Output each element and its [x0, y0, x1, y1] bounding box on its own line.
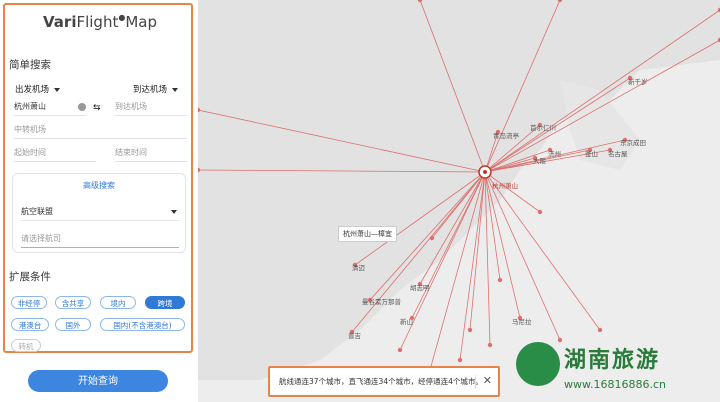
divider: [475, 375, 476, 389]
departure-input[interactable]: 杭州萧山: [14, 99, 86, 116]
city-label: 马尼拉: [512, 318, 532, 326]
tag-transfer: 转机: [11, 339, 41, 352]
tag-domestic-excl[interactable]: 国内(不含港澳台): [100, 318, 185, 331]
watermark-logo: [516, 342, 560, 386]
city-label: 济州: [548, 150, 561, 158]
tag-codeshare[interactable]: 含共享: [55, 296, 91, 309]
hub-label: 杭州萧山: [492, 182, 518, 190]
tag-non-stop[interactable]: 非经停: [11, 296, 47, 309]
city-label: 新山: [400, 318, 413, 326]
close-icon[interactable]: ✕: [483, 374, 492, 387]
airline-input[interactable]: 请选择航司: [21, 231, 179, 248]
transfer-input[interactable]: 中转机场: [14, 122, 187, 139]
start-search-button[interactable]: 开始查询: [28, 370, 168, 392]
route-tooltip: 杭州萧山—樟宜: [338, 226, 397, 242]
tag-hk-macau-tw[interactable]: 港澳台: [11, 318, 49, 331]
route-line: [484, 171, 561, 341]
tag-domestic[interactable]: 境内: [100, 296, 136, 309]
watermark: 湖南旅游 www.16816886.cn: [510, 338, 720, 402]
arrival-input[interactable]: 到达机场: [115, 99, 187, 116]
search-sidebar: VariFlight●Map 简单搜索 出发机场 到达机场 杭州萧山 ⇆ 到达机…: [0, 0, 198, 402]
start-time-input[interactable]: 起始时间: [14, 145, 96, 162]
clear-icon[interactable]: [78, 103, 86, 111]
swap-icon[interactable]: ⇆: [93, 103, 101, 113]
watermark-url: www.16816886.cn: [564, 378, 666, 391]
city-label: 曼谷素万那普: [362, 298, 401, 306]
city-label: 胡志明: [410, 284, 430, 292]
departure-type-select[interactable]: 出发机场: [15, 83, 61, 95]
city-label: 新千岁: [628, 78, 648, 86]
chevron-down-icon: [54, 87, 61, 92]
route-summary-text: 航线通连37个城市，直飞通连34个城市，经停通连4个城市。: [279, 377, 483, 386]
city-label: 普吉: [348, 332, 361, 340]
chevron-down-icon: [171, 210, 177, 214]
chevron-down-icon: [172, 87, 179, 92]
alliance-select[interactable]: 航空联盟: [21, 204, 179, 221]
end-time-input[interactable]: 结束时间: [115, 145, 187, 162]
city-dot: [457, 357, 463, 363]
tag-cross-border[interactable]: 跨境: [145, 296, 185, 309]
search-panel: VariFlight●Map 简单搜索 出发机场 到达机场 杭州萧山 ⇆ 到达机…: [3, 3, 193, 353]
advanced-search-title[interactable]: 高级搜索: [13, 180, 185, 191]
route-line: [484, 171, 601, 331]
city-dot: [537, 209, 543, 215]
city-label: 大阪: [533, 157, 546, 165]
city-label: 名古屋: [608, 150, 628, 158]
tag-foreign[interactable]: 国外: [55, 318, 91, 331]
extend-heading: 扩展条件: [9, 271, 51, 283]
city-label: 清迈: [352, 264, 365, 272]
city-dot: [397, 347, 403, 353]
city-dot: [597, 327, 603, 333]
city-label: 首尔仁川: [530, 124, 556, 132]
city-label: 釜山: [585, 150, 598, 158]
city-dot: [497, 277, 503, 283]
arrival-type-select[interactable]: 到达机场: [133, 83, 179, 95]
city-dot: [467, 327, 473, 333]
city-dot: [417, 0, 423, 3]
city-label: 东京成田: [620, 139, 646, 147]
advanced-search-box: 高级搜索 航空联盟 请选择航司: [12, 173, 186, 253]
watermark-title: 湖南旅游: [564, 347, 661, 373]
route-summary-bar: 航线通连37个城市，直飞通连34个城市，经停通连4个城市。 ✕: [268, 366, 500, 397]
city-dot: [557, 0, 563, 3]
city-label: 青岛流亭: [493, 132, 519, 140]
city-dot: [487, 342, 493, 348]
simple-search-heading: 简单搜索: [9, 59, 51, 71]
app-logo: VariFlight●Map: [43, 13, 157, 31]
